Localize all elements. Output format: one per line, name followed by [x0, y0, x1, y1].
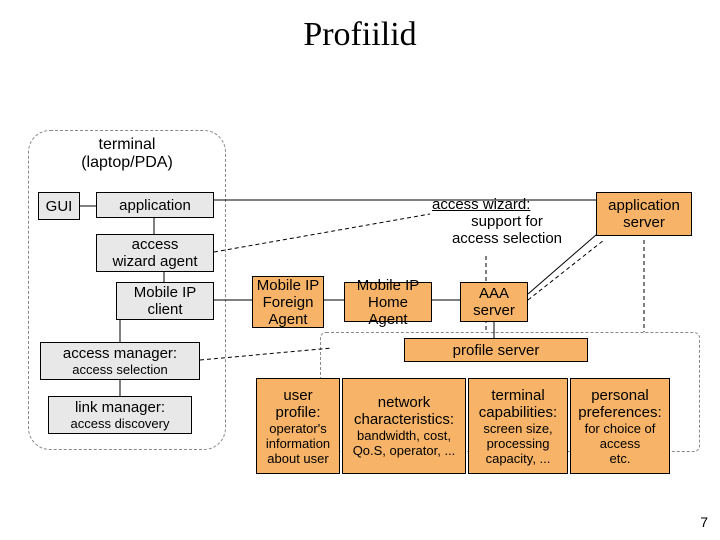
access-manager-title: access manager:	[63, 345, 177, 362]
access-manager-box: access manager: access selection	[40, 342, 200, 380]
access-manager-sub: access selection	[72, 362, 167, 377]
link-manager-box: link manager: access discovery	[48, 396, 192, 434]
page-number: 7	[700, 514, 708, 530]
page-title: Profiilid	[0, 16, 720, 54]
mobile-ip-foreign-agent-box: Mobile IP Foreign Agent	[252, 276, 324, 328]
mobile-ip-client-box: Mobile IP client	[116, 282, 214, 320]
diagram-stage: Profiilid terminal (laptop/PDA)	[0, 0, 720, 540]
link-manager-title: link manager:	[75, 399, 165, 416]
network-characteristics-sub: bandwidth, cost, Qo.S, operator, ...	[353, 428, 456, 458]
aaa-server-box: AAA server	[460, 282, 528, 322]
terminal-label-line2: (laptop/PDA)	[81, 154, 173, 171]
profile-server-box: profile server	[404, 338, 588, 362]
access-wizard-note: access wizard: support for access select…	[432, 196, 582, 247]
link-manager-sub: access discovery	[71, 416, 170, 431]
user-profile-sub: operator's information about user	[266, 421, 330, 466]
personal-preferences-title: personal preferences:	[578, 387, 661, 421]
personal-preferences-box: personal preferences: for choice of acce…	[570, 378, 670, 474]
terminal-capabilities-title: terminal capabilities:	[479, 387, 557, 421]
user-profile-box: user profile: operator's information abo…	[256, 378, 340, 474]
access-wizard-note-title: access wizard:	[432, 196, 582, 213]
mobile-ip-home-agent-box: Mobile IP Home Agent	[344, 282, 432, 322]
terminal-label-line1: terminal	[99, 136, 156, 153]
terminal-group-label: terminal (laptop/PDA)	[28, 136, 226, 172]
user-profile-title: user profile:	[275, 387, 320, 421]
personal-preferences-sub: for choice of access etc.	[585, 421, 656, 466]
access-wizard-agent-box: access wizard agent	[96, 234, 214, 272]
network-characteristics-title: network characteristics:	[354, 394, 454, 428]
terminal-capabilities-box: terminal capabilities: screen size, proc…	[468, 378, 568, 474]
terminal-capabilities-sub: screen size, processing capacity, ...	[483, 421, 552, 466]
application-server-box: application server	[596, 192, 692, 236]
application-box: application	[96, 192, 214, 218]
gui-box: GUI	[38, 192, 80, 220]
network-characteristics-box: network characteristics: bandwidth, cost…	[342, 378, 466, 474]
access-wizard-note-sub: support for access selection	[432, 213, 582, 247]
